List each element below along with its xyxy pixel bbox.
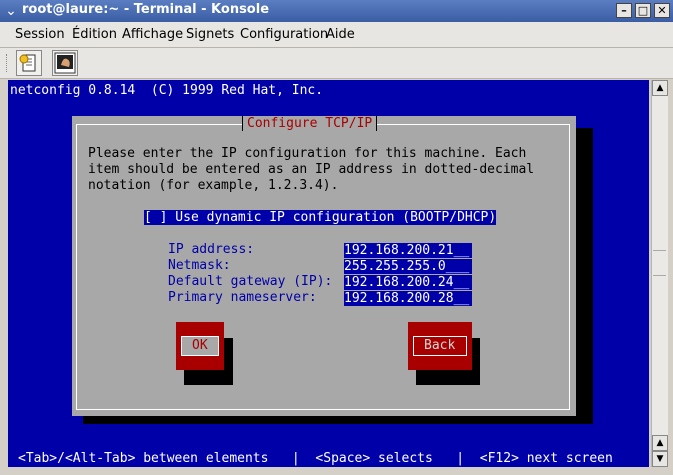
window-menu-chevron-icon[interactable]: ⌄ (3, 3, 19, 19)
netmask-label: Netmask: (168, 258, 231, 273)
netconfig-header: netconfig 0.8.14 (C) 1999 Red Hat, Inc. (10, 83, 324, 98)
default-gateway-input[interactable]: 192.168.200.24__ (344, 275, 472, 290)
menu-session[interactable]: Session (15, 27, 65, 42)
scroll-down-arrow-icon[interactable]: ▼ (652, 451, 668, 467)
new-session-icon (19, 54, 36, 72)
terminal-screen[interactable]: netconfig 0.8.14 (C) 1999 Red Hat, Inc. … (8, 80, 649, 467)
scroll-up-arrow-icon[interactable]: ▲ (652, 80, 668, 96)
back-button[interactable]: Back (408, 322, 472, 370)
minimize-button[interactable]: – (616, 3, 632, 18)
key-hints-footer: <Tab>/<Alt-Tab> between elements | <Spac… (18, 451, 613, 466)
default-gateway-label: Default gateway (IP): (168, 274, 333, 289)
toolbar (0, 48, 673, 79)
menu-signets[interactable]: Signets (186, 27, 234, 42)
scroll-up-arrow-icon-lower[interactable]: ▲ (652, 435, 668, 451)
menu-edition[interactable]: Édition (72, 27, 117, 42)
primary-nameserver-input[interactable]: 192.168.200.28__ (344, 291, 472, 306)
ip-address-label: IP address: (168, 242, 255, 257)
toolbar-handle[interactable] (6, 54, 9, 72)
dhcp-checkbox[interactable]: [ ] Use dynamic IP configuration (BOOTP/… (144, 210, 497, 225)
maximize-button[interactable]: □ (635, 3, 651, 18)
ok-button-face[interactable]: OK (181, 336, 219, 356)
ok-button[interactable]: OK (176, 322, 224, 370)
konsole-session-button[interactable] (52, 50, 78, 76)
configure-tcpip-dialog: Configure TCP/IP Please enter the IP con… (72, 116, 576, 416)
window-title: root@laure:~ - Terminal - Konsole (22, 2, 270, 17)
menu-affichage[interactable]: Affichage (122, 27, 183, 42)
ok-button-label: OK (192, 338, 208, 353)
ip-address-input[interactable]: 192.168.200.21__ (344, 243, 472, 258)
netmask-input[interactable]: 255.255.255.0___ (344, 259, 472, 274)
back-button-face[interactable]: Back (413, 336, 467, 356)
konsole-app-icon (54, 52, 76, 74)
vertical-scrollbar[interactable]: ▲ ▲ ▼ (651, 80, 668, 467)
new-session-button[interactable] (16, 50, 42, 76)
menu-configuration[interactable]: Configuration (240, 27, 328, 42)
back-button-label: Back (424, 338, 456, 353)
dialog-title: Configure TCP/IP (242, 116, 378, 131)
window-title-bar[interactable]: ⌄ root@laure:~ - Terminal - Konsole – □ … (0, 0, 673, 22)
dialog-description: Please enter the IP configuration for th… (88, 146, 535, 193)
primary-nameserver-label: Primary nameserver: (168, 290, 317, 305)
menu-aide[interactable]: Aide (326, 27, 355, 42)
menu-bar: Session Édition Affichage Signets Config… (0, 22, 673, 48)
close-button[interactable]: ✕ (654, 3, 670, 18)
scroll-grip[interactable] (653, 250, 666, 276)
